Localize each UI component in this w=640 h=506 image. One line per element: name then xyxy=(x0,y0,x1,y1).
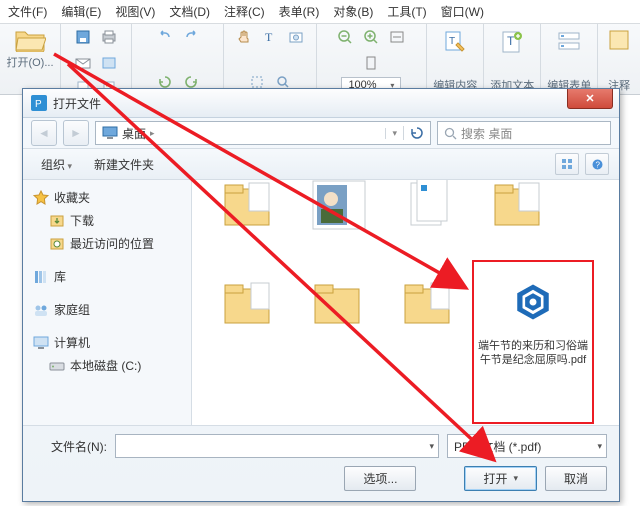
hand-tool-icon[interactable] xyxy=(233,26,255,48)
open-button[interactable]: 打开(O)... xyxy=(6,26,53,70)
doc-stack-item[interactable] xyxy=(388,180,470,236)
svg-text:T: T xyxy=(507,34,515,48)
text-select-icon[interactable]: T xyxy=(259,26,281,48)
dialog-sidebar: 收藏夹 下载 最近访问的位置 库 家庭组 计算机 本地磁盘 (C:) xyxy=(23,180,192,425)
add-text-button[interactable]: T xyxy=(496,26,528,58)
menu-comment[interactable]: 注释(C) xyxy=(224,3,265,20)
view-mode-button[interactable] xyxy=(555,153,579,175)
open-button[interactable]: 打开▾ xyxy=(464,466,537,491)
scan-icon[interactable] xyxy=(98,52,120,74)
filename-combo[interactable]: ▾ xyxy=(115,434,439,458)
sidebar-computer[interactable]: 计算机 xyxy=(23,331,191,354)
search-input[interactable]: 搜索 桌面 xyxy=(437,121,611,145)
folder-item[interactable] xyxy=(388,272,470,334)
save-icon[interactable] xyxy=(72,26,94,48)
sidebar-downloads[interactable]: 下载 xyxy=(23,209,191,232)
refresh-button[interactable] xyxy=(403,126,430,140)
fit-page-icon[interactable] xyxy=(360,52,382,74)
close-button[interactable]: ✕ xyxy=(567,89,613,109)
dialog-navbar: ◄ ► 桌面▸ ▾ 搜索 桌面 xyxy=(23,118,619,149)
menu-view[interactable]: 视图(V) xyxy=(115,3,155,20)
svg-text:T: T xyxy=(265,30,273,44)
nav-forward-button[interactable]: ► xyxy=(63,120,89,146)
menu-file[interactable]: 文件(F) xyxy=(8,3,47,20)
zoom-out-icon[interactable] xyxy=(334,26,356,48)
file-item-selected[interactable]: 端午节的来历和习俗端午节是纪念屈原吗.pdf xyxy=(472,260,594,424)
search-icon xyxy=(444,127,457,140)
app-icon: P xyxy=(31,95,47,111)
folder-item[interactable] xyxy=(478,180,560,236)
nav-back-button[interactable]: ◄ xyxy=(31,120,57,146)
folder-item[interactable] xyxy=(208,180,290,236)
pdf-app-icon xyxy=(512,281,554,323)
file-name-label: 端午节的来历和习俗端午节是纪念屈原吗.pdf xyxy=(478,340,588,368)
menu-edit[interactable]: 编辑(E) xyxy=(61,3,101,20)
mail-icon[interactable] xyxy=(72,52,94,74)
edit-form-button[interactable] xyxy=(553,26,585,58)
zoom-in-icon[interactable] xyxy=(360,26,382,48)
dialog-command-bar: 组织 新建文件夹 ? xyxy=(23,149,619,180)
cancel-button[interactable]: 取消 xyxy=(545,466,607,491)
dialog-title: 打开文件 xyxy=(53,95,619,112)
open-file-dialog: P 打开文件 ✕ ◄ ► 桌面▸ ▾ 搜索 桌面 组织 新建文件夹 ? 收藏夹 … xyxy=(22,88,620,502)
svg-text:T: T xyxy=(449,36,455,47)
location-bar[interactable]: 桌面▸ ▾ xyxy=(95,121,431,145)
filetype-combo[interactable]: PDF 文档 (*.pdf)▾ xyxy=(447,434,607,458)
undo-icon[interactable] xyxy=(154,26,176,48)
menu-table[interactable]: 表单(R) xyxy=(279,3,320,20)
photo-item[interactable] xyxy=(298,180,380,236)
sidebar-homegroup[interactable]: 家庭组 xyxy=(23,298,191,321)
menu-tool[interactable]: 工具(T) xyxy=(387,3,426,20)
sidebar-favorites[interactable]: 收藏夹 xyxy=(23,186,191,209)
new-folder-button[interactable]: 新建文件夹 xyxy=(86,153,162,176)
organize-menu[interactable]: 组织 xyxy=(33,153,80,176)
sidebar-libraries[interactable]: 库 xyxy=(23,265,191,288)
menu-document[interactable]: 文档(D) xyxy=(169,3,210,20)
options-button[interactable]: 选项... xyxy=(344,466,416,491)
menu-bar: 文件(F) 编辑(E) 视图(V) 文档(D) 注释(C) 表单(R) 对象(B… xyxy=(0,0,640,24)
menu-object[interactable]: 对象(B) xyxy=(333,3,373,20)
help-button[interactable]: ? xyxy=(585,153,609,175)
svg-text:?: ? xyxy=(595,160,600,169)
edit-content-button[interactable]: T xyxy=(439,26,471,58)
snapshot-icon[interactable] xyxy=(285,26,307,48)
fit-width-icon[interactable] xyxy=(386,26,408,48)
ribbon-toolbar: 打开(O)... T xyxy=(0,24,640,95)
filename-label: 文件名(N): xyxy=(35,438,107,455)
desktop-icon xyxy=(102,126,118,140)
file-list-pane[interactable]: 端午节的来历和习俗端午节是纪念屈原吗.pdf xyxy=(192,180,619,425)
svg-text:P: P xyxy=(35,99,42,110)
folder-item[interactable] xyxy=(298,272,380,334)
sidebar-local-disk-c[interactable]: 本地磁盘 (C:) xyxy=(23,354,191,377)
annotate-button[interactable] xyxy=(605,26,633,54)
sidebar-recent[interactable]: 最近访问的位置 xyxy=(23,232,191,255)
print-icon[interactable] xyxy=(98,26,120,48)
menu-window[interactable]: 窗口(W) xyxy=(441,3,484,20)
redo-icon[interactable] xyxy=(180,26,202,48)
dialog-titlebar[interactable]: P 打开文件 ✕ xyxy=(23,89,619,118)
dialog-bottom-bar: 文件名(N): ▾ PDF 文档 (*.pdf)▾ 选项... 打开▾ 取消 xyxy=(23,425,619,501)
folder-item[interactable] xyxy=(208,272,290,334)
